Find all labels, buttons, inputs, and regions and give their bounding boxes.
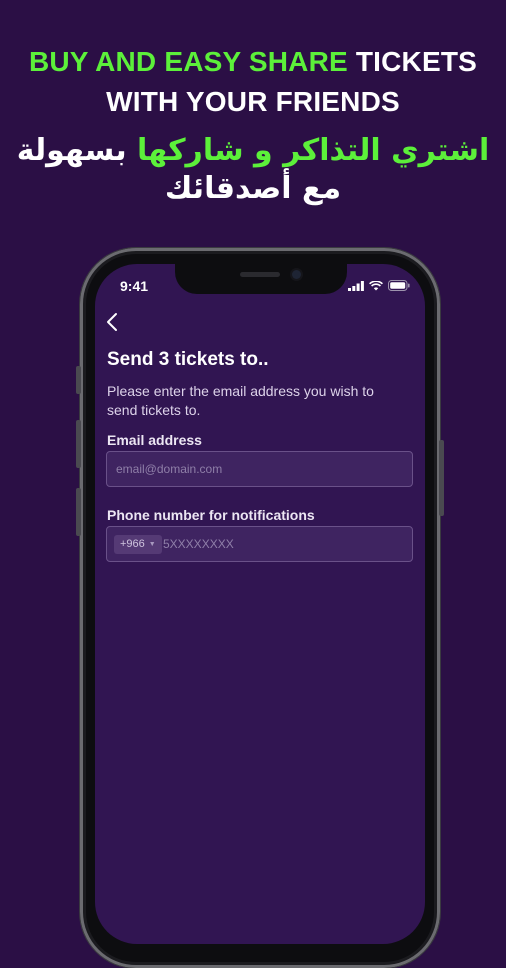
promo-arabic-headline: اشتري التذاكر و شاركها بسهولة مع أصدقائك [0, 132, 506, 208]
phone-camera [292, 270, 301, 279]
phone-speaker [240, 272, 280, 277]
chevron-left-icon [107, 313, 117, 331]
phone-field-container: +966 ▼ [106, 526, 413, 562]
phone-number-input[interactable] [159, 527, 412, 561]
email-field[interactable] [107, 452, 412, 486]
phone-side-button-mute [76, 366, 81, 394]
promo-headline-line2: WITH YOUR FRIENDS [106, 86, 400, 117]
country-code-select[interactable]: +966 ▼ [114, 535, 162, 554]
promo-arabic-highlight: اشتري التذاكر و شاركها [137, 133, 490, 168]
status-time: 9:41 [120, 278, 149, 294]
back-button[interactable] [106, 312, 118, 336]
country-code-value: +966 [120, 538, 145, 550]
promo-arabic-text: بسهولة [16, 133, 138, 168]
phone-side-button-volume-up [76, 420, 81, 468]
phone-input-wrapper [159, 527, 412, 561]
promo-headline-line1: BUY AND EASY SHARE TICKETS [0, 42, 506, 82]
phone-side-button-volume-down [76, 488, 81, 536]
email-label: Email address [107, 432, 202, 448]
page-title: Send 3 tickets to.. [107, 349, 269, 370]
signal-icon [348, 280, 364, 291]
email-field-container [106, 451, 413, 487]
promo-arabic-line2: مع أصدقائك [164, 171, 342, 206]
phone-side-button-power [439, 440, 444, 516]
battery-icon [388, 280, 410, 291]
promo-arabic-line1: اشتري التذاكر و شاركها بسهولة [0, 132, 506, 170]
status-icons [348, 280, 410, 291]
phone-label: Phone number for notifications [107, 507, 315, 523]
phone-notch [175, 264, 347, 294]
promo-headline-highlight: BUY AND EASY SHARE [28, 46, 348, 77]
promo-headline: BUY AND EASY SHARE TICKETS WITH YOUR FRI… [0, 42, 506, 122]
page-subtitle: Please enter the email address you wish … [107, 383, 374, 418]
wifi-icon [369, 280, 383, 290]
chevron-down-icon: ▼ [148, 541, 156, 548]
promo-headline-text: TICKETS [347, 46, 478, 77]
